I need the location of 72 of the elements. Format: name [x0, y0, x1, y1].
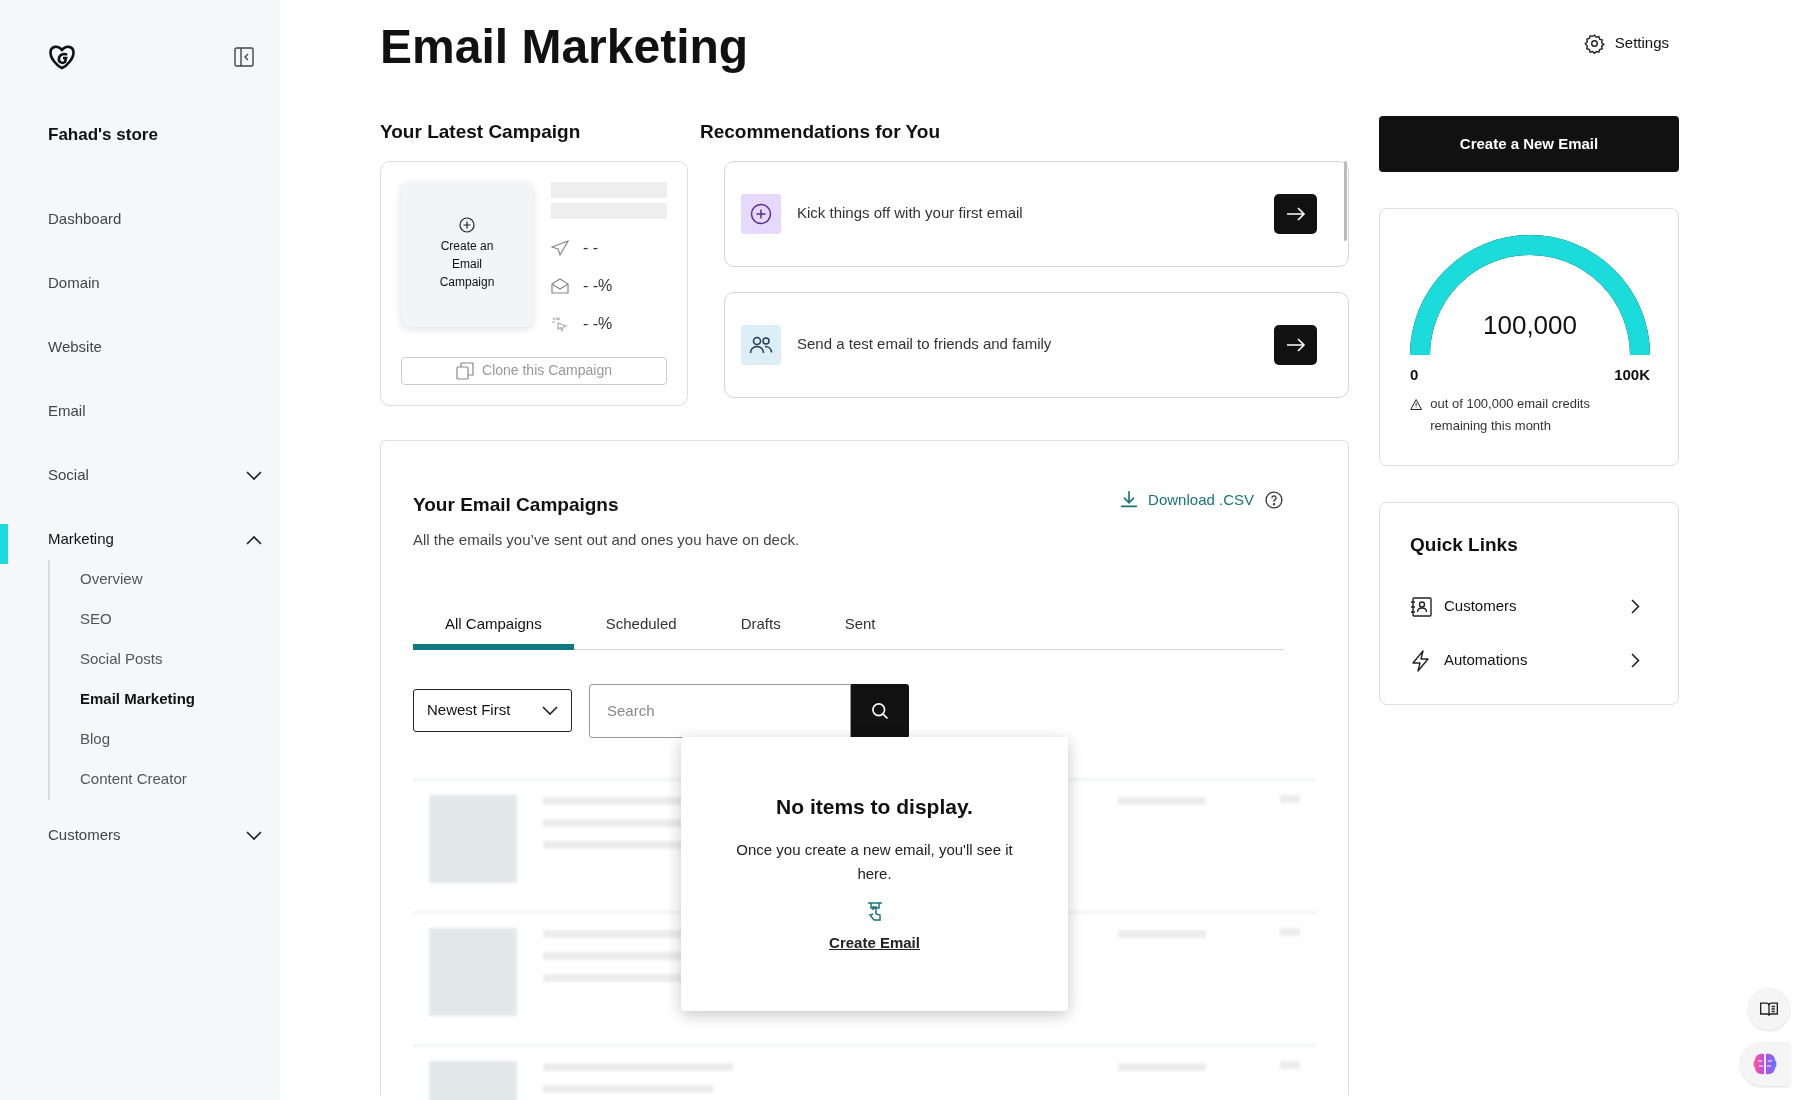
search-field[interactable]: Search	[589, 683, 851, 738]
arrow-right-icon	[1285, 337, 1306, 352]
guide-button[interactable]	[1748, 988, 1790, 1030]
help-icon[interactable]	[1264, 489, 1284, 510]
nav-item[interactable]: Website	[0, 315, 280, 380]
arrow-right-icon	[1285, 206, 1306, 221]
settings-icon	[1583, 32, 1605, 54]
tab[interactable]: All Campaigns	[413, 605, 574, 650]
people-icon	[749, 334, 773, 355]
active-indicator	[0, 523, 8, 564]
create-campaign-tile[interactable]: Create an Email Campaign	[401, 181, 533, 327]
section-heading: Quick Links	[1410, 533, 1519, 557]
section-heading: Recommendations for You	[700, 120, 941, 144]
section-heading: Your Email Campaigns	[413, 492, 620, 517]
nav-item[interactable]: Dashboard	[0, 187, 280, 252]
settings-button[interactable]: Settings	[1583, 31, 1669, 55]
tab[interactable]: Drafts	[708, 605, 813, 650]
send-icon	[551, 239, 569, 256]
create-email-link[interactable]: Create Email	[829, 932, 920, 955]
add-circle-icon	[750, 202, 772, 225]
nav-item[interactable]: Social	[0, 443, 280, 508]
warning-icon	[1410, 396, 1423, 412]
tab[interactable]: Sent	[812, 605, 908, 650]
page-title: Email Marketing	[380, 23, 749, 71]
copy-icon	[456, 361, 474, 380]
book-icon	[1759, 1000, 1779, 1018]
recommendation-card[interactable]: Kick things off with your first email	[724, 160, 1349, 267]
sort-dropdown[interactable]: Newest First	[413, 689, 572, 732]
add-circle-icon	[459, 217, 475, 233]
nav-item[interactable]: Email	[0, 379, 280, 444]
section-heading: Your Latest Campaign	[380, 120, 582, 144]
quick-link[interactable]: Automations	[1410, 633, 1648, 688]
recommendation-text: Send a test email to friends and family	[797, 334, 1053, 355]
brain-icon	[1752, 1052, 1778, 1076]
create-campaign-label: Create an Email Campaign	[438, 238, 496, 291]
nav-subitem[interactable]: Blog	[50, 719, 280, 760]
create-new-email-button[interactable]: Create a New Email	[1379, 116, 1679, 172]
stat-value: - -%	[583, 275, 613, 296]
store-name: Fahad's store	[47, 124, 159, 146]
empty-state-message: Once you create a new email, you'll see it here.	[735, 840, 1014, 884]
stat-value: - -%	[583, 313, 613, 334]
quick-link[interactable]: Customers	[1410, 579, 1648, 634]
recommendation-card[interactable]: Send a test email to friends and family	[724, 291, 1349, 398]
chevron-down-icon	[542, 705, 558, 716]
gauge-max-label: 100K	[1614, 365, 1650, 385]
recommendation-text: Kick things off with your first email	[797, 203, 1024, 224]
nav-item[interactable]: Customers	[0, 803, 280, 868]
chevron-right-icon	[1631, 653, 1640, 668]
nav-subitem[interactable]: Content Creator	[50, 759, 280, 800]
ai-assistant-button[interactable]	[1740, 1042, 1790, 1086]
tab[interactable]: Scheduled	[573, 605, 709, 650]
section-subtitle: All the emails you’ve sent out and ones you have on deck.	[413, 530, 800, 550]
search-icon	[870, 700, 890, 721]
envelope-icon	[551, 277, 569, 294]
gauge-min-label: 0	[1410, 365, 1419, 385]
nav-subitem[interactable]: Social Posts	[50, 639, 280, 680]
search-button[interactable]	[851, 683, 909, 738]
nav-subitem[interactable]: SEO	[50, 599, 280, 640]
chevron-right-icon	[1631, 599, 1640, 614]
arrow-button[interactable]	[1274, 193, 1317, 234]
nav-subitem[interactable]: Email Marketing	[50, 679, 280, 720]
contact-card-icon	[1410, 596, 1432, 617]
gauge-value: 100,000	[1482, 309, 1578, 342]
empty-state-title: No items to display.	[776, 793, 973, 820]
stat-value: - -	[583, 237, 599, 258]
logo-icon	[48, 44, 76, 70]
collapse-sidebar-icon[interactable]	[234, 47, 254, 67]
download-csv-link[interactable]: Download .CSV	[1118, 488, 1254, 511]
arrow-button[interactable]	[1274, 324, 1317, 365]
click-icon	[551, 315, 569, 332]
nav-item[interactable]: Domain	[0, 251, 280, 316]
credits-note: out of 100,000 email credits remaining this month	[1430, 394, 1591, 435]
